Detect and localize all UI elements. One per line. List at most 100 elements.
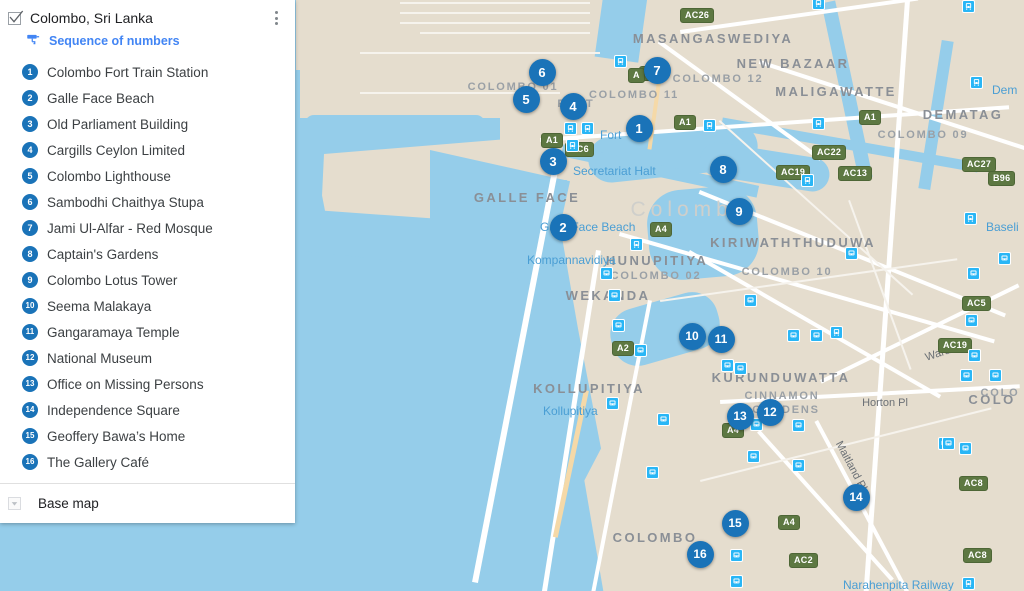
- place-name: Office on Missing Persons: [47, 376, 204, 392]
- train-station-icon[interactable]: [580, 121, 594, 135]
- place-list-item[interactable]: 16 The Gallery Café: [0, 449, 295, 475]
- map-marker[interactable]: 2: [549, 213, 577, 241]
- map-marker[interactable]: 5: [512, 85, 540, 113]
- bus-stop-icon[interactable]: [645, 465, 659, 479]
- bus-stop-icon[interactable]: [791, 418, 805, 432]
- map-marker[interactable]: 6: [528, 58, 556, 86]
- place-name: Geoffery Bawa’s Home: [47, 428, 186, 444]
- bus-stop-icon[interactable]: [786, 328, 800, 342]
- train-station-icon[interactable]: [702, 118, 716, 132]
- place-list-item[interactable]: 3 Old Parliament Building: [0, 111, 295, 137]
- train-station-icon[interactable]: [811, 116, 825, 130]
- place-list: 1 Colombo Fort Train Station 2 Galle Face B…: [0, 55, 295, 483]
- bus-stop-icon[interactable]: [729, 548, 743, 562]
- map-marker[interactable]: 11: [707, 325, 735, 353]
- place-list-item[interactable]: 11 Gangaramaya Temple: [0, 319, 295, 345]
- place-number-badge: 13: [22, 376, 38, 392]
- bus-stop-icon[interactable]: [720, 358, 734, 372]
- highway-shield: A4: [650, 222, 673, 237]
- bus-stop-icon[interactable]: [656, 412, 670, 426]
- train-station-icon[interactable]: [963, 211, 977, 225]
- bus-stop-icon[interactable]: [607, 288, 621, 302]
- place-list-item[interactable]: 10 Seema Malakaya: [0, 293, 295, 319]
- map-marker[interactable]: 12: [756, 398, 784, 426]
- place-list-item[interactable]: 4 Cargills Ceylon Limited: [0, 137, 295, 163]
- bus-stop-icon[interactable]: [964, 313, 978, 327]
- map-marker[interactable]: 7: [643, 56, 671, 84]
- layer-style-label: Sequence of numbers: [49, 33, 180, 48]
- place-list-item[interactable]: 12 National Museum: [0, 345, 295, 371]
- place-list-item[interactable]: 2 Galle Face Beach: [0, 85, 295, 111]
- highway-shield: AC26: [680, 8, 715, 23]
- train-station-icon[interactable]: [961, 0, 975, 13]
- map-marker[interactable]: 3: [539, 147, 567, 175]
- place-name: Sambodhi Chaithya Stupa: [47, 194, 204, 210]
- caret-down-icon[interactable]: [8, 497, 21, 510]
- highway-shield: AC22: [812, 145, 847, 160]
- place-number-badge: 16: [22, 454, 38, 470]
- kebab-menu-icon[interactable]: [267, 9, 285, 27]
- map-marker[interactable]: 9: [725, 197, 753, 225]
- bus-stop-icon[interactable]: [729, 574, 743, 588]
- bus-stop-icon[interactable]: [605, 396, 619, 410]
- map-marker[interactable]: 8: [709, 155, 737, 183]
- train-station-icon[interactable]: [629, 237, 643, 251]
- bus-stop-icon[interactable]: [746, 449, 760, 463]
- bus-stop-icon[interactable]: [941, 436, 955, 450]
- bus-stop-icon[interactable]: [844, 246, 858, 260]
- train-station-icon[interactable]: [613, 54, 627, 68]
- bus-stop-icon[interactable]: [958, 441, 972, 455]
- map-marker[interactable]: 1: [625, 114, 653, 142]
- train-station-icon[interactable]: [829, 325, 843, 339]
- place-list-item[interactable]: 1 Colombo Fort Train Station: [0, 59, 295, 85]
- place-name: Captain's Gardens: [47, 246, 159, 262]
- train-station-icon[interactable]: [565, 138, 579, 152]
- map-marker[interactable]: 13: [726, 402, 754, 430]
- bus-stop-icon[interactable]: [988, 368, 1002, 382]
- place-list-item[interactable]: 8 Captain's Gardens: [0, 241, 295, 267]
- bus-stop-icon[interactable]: [967, 348, 981, 362]
- train-station-icon[interactable]: [969, 75, 983, 89]
- train-station-icon[interactable]: [961, 576, 975, 590]
- highway-shield: AC8: [959, 476, 988, 491]
- bus-stop-icon[interactable]: [599, 266, 613, 280]
- bus-stop-icon[interactable]: [966, 266, 980, 280]
- bus-stop-icon[interactable]: [733, 361, 747, 375]
- map-marker[interactable]: 10: [678, 322, 706, 350]
- place-name: Colombo Fort Train Station: [47, 64, 209, 80]
- layer-style-row[interactable]: Sequence of numbers: [0, 33, 295, 55]
- basemap-row[interactable]: Base map: [0, 484, 295, 523]
- bus-stop-icon[interactable]: [633, 343, 647, 357]
- highway-shield: A4: [778, 515, 801, 530]
- place-number-badge: 11: [22, 324, 38, 340]
- train-station-icon[interactable]: [563, 121, 577, 135]
- bus-stop-icon[interactable]: [611, 318, 625, 332]
- bus-stop-icon[interactable]: [791, 458, 805, 472]
- map-marker[interactable]: 14: [842, 483, 870, 511]
- place-number-badge: 9: [22, 272, 38, 288]
- highway-shield: B96: [988, 171, 1016, 186]
- map-marker[interactable]: 16: [686, 540, 714, 568]
- place-list-item[interactable]: 14 Independence Square: [0, 397, 295, 423]
- place-number-badge: 1: [22, 64, 38, 80]
- place-list-item[interactable]: 5 Colombo Lighthouse: [0, 163, 295, 189]
- layer-visibility-checkbox[interactable]: [8, 10, 24, 25]
- place-list-item[interactable]: 7 Jami Ul-Alfar - Red Mosque: [0, 215, 295, 241]
- place-list-item[interactable]: 9 Colombo Lotus Tower: [0, 267, 295, 293]
- bus-stop-icon[interactable]: [809, 328, 823, 342]
- place-list-item[interactable]: 6 Sambodhi Chaithya Stupa: [0, 189, 295, 215]
- place-number-badge: 15: [22, 428, 38, 444]
- layer-panel: Colombo, Sri Lanka Sequence of numbers 1…: [0, 0, 295, 523]
- highway-shield: AC27: [962, 157, 997, 172]
- bus-stop-icon[interactable]: [997, 251, 1011, 265]
- place-list-item[interactable]: 13 Office on Missing Persons: [0, 371, 295, 397]
- map-marker[interactable]: 4: [559, 92, 587, 120]
- train-station-icon[interactable]: [811, 0, 825, 10]
- highway-shield: A1: [674, 115, 697, 130]
- bus-stop-icon[interactable]: [743, 293, 757, 307]
- place-list-item[interactable]: 15 Geoffery Bawa’s Home: [0, 423, 295, 449]
- place-number-badge: 7: [22, 220, 38, 236]
- map-marker[interactable]: 15: [721, 509, 749, 537]
- bus-stop-icon[interactable]: [959, 368, 973, 382]
- train-station-icon[interactable]: [800, 173, 814, 187]
